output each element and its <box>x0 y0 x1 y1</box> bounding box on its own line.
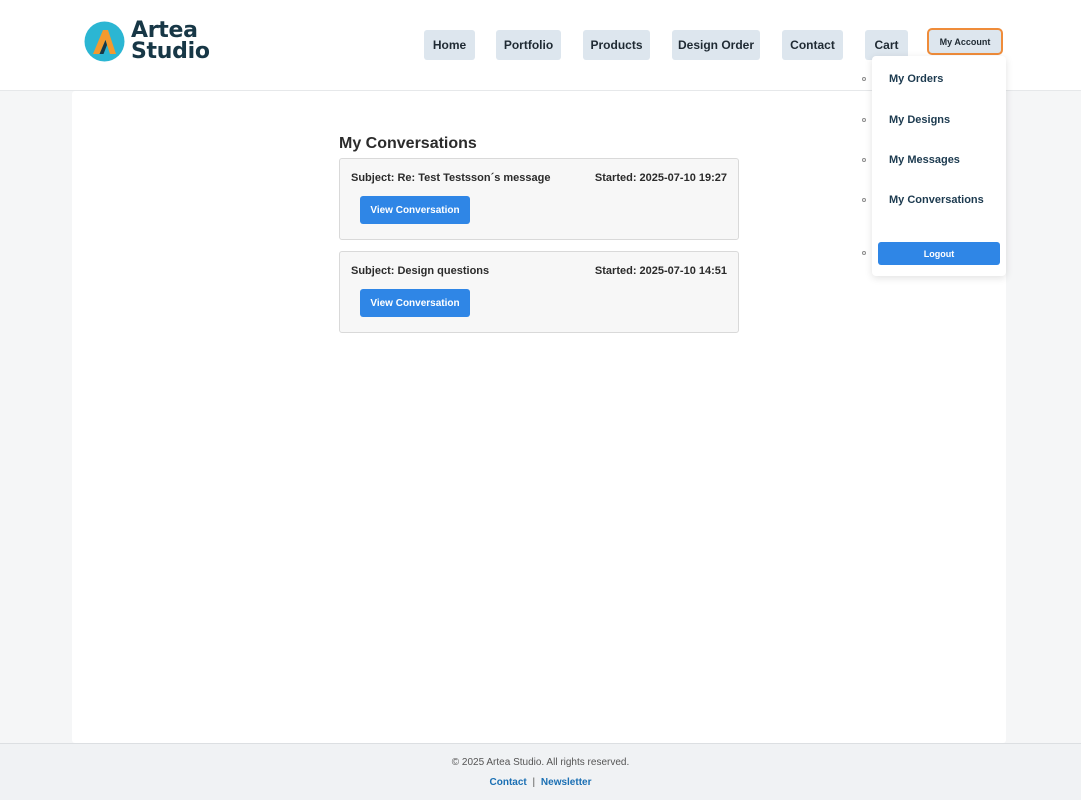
bullet-icon <box>862 198 866 202</box>
menu-item-my-designs[interactable]: My Designs <box>889 114 950 126</box>
conversation-started: Started: 2025-07-10 14:51 <box>594 265 727 277</box>
bullet-icon <box>862 77 866 81</box>
nav-home-button[interactable]: Home <box>424 30 475 60</box>
copyright-text: © 2025 Artea Studio. All rights reserved… <box>451 757 630 768</box>
conversation-card: Subject: Re: Test Testsson´s message Sta… <box>339 158 739 240</box>
conversation-subject: Subject: Re: Test Testsson´s message <box>351 172 551 184</box>
my-account-button[interactable]: My Account <box>927 28 1003 55</box>
nav-portfolio-button[interactable]: Portfolio <box>496 30 561 60</box>
logout-button[interactable]: Logout <box>878 242 1000 265</box>
footer-links: Contact | Newsletter <box>0 777 1081 788</box>
menu-item-my-orders[interactable]: My Orders <box>889 73 943 85</box>
nav-contact-button[interactable]: Contact <box>782 30 843 60</box>
conversation-card: Subject: Design questions Started: 2025-… <box>339 251 739 333</box>
nav-products-button[interactable]: Products <box>583 30 650 60</box>
site-logo[interactable]: Artea Studio <box>84 18 210 64</box>
conversation-subject: Subject: Design questions <box>351 265 490 277</box>
bullet-icon <box>862 118 866 122</box>
view-conversation-button[interactable]: View Conversation <box>360 196 470 224</box>
artea-logo-icon <box>84 21 125 61</box>
nav-design-order-button[interactable]: Design Order <box>672 30 760 60</box>
site-footer: © 2025 Artea Studio. All rights reserved… <box>0 743 1081 800</box>
bullet-icon <box>862 251 866 255</box>
footer-newsletter-link[interactable]: Newsletter <box>541 777 592 788</box>
brand-name-line1: Artea <box>131 18 198 43</box>
footer-contact-link[interactable]: Contact <box>490 777 527 788</box>
footer-link-separator: | <box>532 777 536 788</box>
brand-name-line2: Studio <box>131 39 210 64</box>
bullet-icon <box>862 158 866 162</box>
view-conversation-button[interactable]: View Conversation <box>360 289 470 317</box>
menu-item-my-messages[interactable]: My Messages <box>889 154 960 166</box>
conversation-started: Started: 2025-07-10 19:27 <box>594 172 727 184</box>
page-title: My Conversations <box>339 135 477 152</box>
brand-wordmark: Artea Studio <box>131 18 210 64</box>
menu-item-my-conversations[interactable]: My Conversations <box>889 194 984 206</box>
